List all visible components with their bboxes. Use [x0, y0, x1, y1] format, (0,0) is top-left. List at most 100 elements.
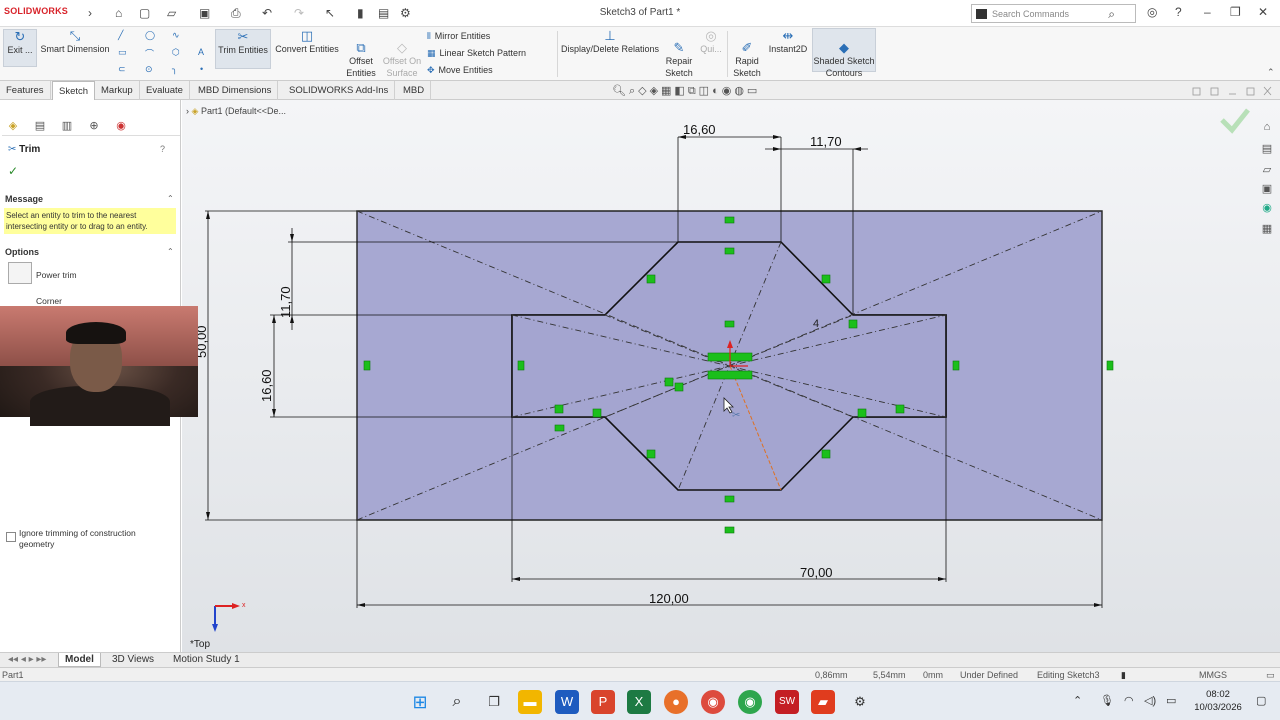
relation-marker[interactable]	[724, 526, 735, 534]
custom-properties-task-icon[interactable]: ▦	[1258, 222, 1276, 238]
resources-task-icon[interactable]: ▤	[1258, 142, 1276, 158]
trim-icon: ✂	[8, 144, 17, 155]
tray-overflow-icon[interactable]: ⌃	[1073, 694, 1082, 707]
feature-manager-icon[interactable]: ◈	[4, 119, 22, 133]
dimension-70-00[interactable]: 70,00	[800, 565, 833, 580]
design-library-task-icon[interactable]: ▣	[1258, 182, 1276, 198]
message-box: Select an entity to trim to the nearest …	[4, 208, 176, 234]
triad-icon: x	[212, 602, 246, 632]
dimension-16-60-left[interactable]: 16,60	[259, 369, 274, 402]
status-editing: Editing Sketch3	[1037, 670, 1100, 680]
relation-marker[interactable]	[1106, 360, 1114, 371]
bottom-tabs: ◂◂ ◂ ▸ ▸▸ Model 3D Views Motion Study 1	[0, 652, 1280, 667]
options-header: Options	[5, 247, 39, 257]
powerpoint-icon[interactable]: P	[591, 690, 615, 714]
relation-marker[interactable]	[821, 274, 831, 284]
windows-taskbar: ⊞ ⌕ ❐ ▬ W P X ● ◉ ◉ SW ▰ ⚙ ⌃ 🎙︎ ◠ ◁) ▭ 0…	[0, 681, 1280, 720]
power-trim-icon[interactable]	[8, 262, 32, 284]
relation-marker[interactable]	[821, 449, 831, 459]
chrome-icon[interactable]: ◉	[701, 690, 725, 714]
relation-marker[interactable]	[554, 424, 565, 432]
relation-marker[interactable]	[554, 404, 564, 414]
appearances-task-icon[interactable]: ◉	[1258, 201, 1276, 217]
property-manager-icon[interactable]: ▤	[31, 119, 49, 133]
tab-model[interactable]: Model	[58, 653, 101, 667]
webcam-overlay	[0, 306, 198, 426]
relation-marker[interactable]	[646, 449, 656, 459]
relation-marker[interactable]	[724, 247, 735, 255]
dimension-11-70-left[interactable]: 11,70	[278, 286, 293, 318]
task-view-icon[interactable]: ❐	[482, 690, 506, 714]
file-explorer-icon[interactable]: ▬	[518, 690, 542, 714]
relation-marker[interactable]	[848, 319, 858, 329]
status-x: 0,86mm	[815, 670, 848, 680]
ignore-construction-checkbox[interactable]	[6, 532, 16, 542]
volume-icon[interactable]: ◁)	[1144, 694, 1156, 707]
relation-marker[interactable]	[674, 382, 684, 392]
relation-marker[interactable]	[857, 408, 867, 418]
tab-motion-study[interactable]: Motion Study 1	[167, 653, 246, 667]
wifi-icon[interactable]: ◠	[1124, 694, 1134, 707]
relation-marker[interactable]	[363, 360, 371, 371]
clock-time: 08:02	[1206, 689, 1230, 700]
collapse-icon[interactable]: ⌃	[167, 247, 174, 256]
tab-scroll-arrows[interactable]: ◂◂ ◂ ▸ ▸▸	[2, 653, 52, 667]
svg-text:✂: ✂	[732, 410, 740, 421]
dimension-120-00[interactable]: 120,00	[649, 591, 689, 606]
clock-date: 10/03/2026	[1194, 702, 1242, 713]
relation-marker[interactable]	[646, 274, 656, 284]
relation-marker[interactable]	[592, 408, 602, 418]
relation-marker[interactable]	[952, 360, 960, 371]
status-state: Under Defined	[960, 670, 1019, 680]
power-trim-option[interactable]: Power trim	[36, 270, 77, 280]
battery-icon[interactable]: ▭	[1166, 694, 1176, 707]
tab-3d-views[interactable]: 3D Views	[106, 653, 160, 667]
display-manager-icon[interactable]: ◉	[112, 119, 130, 133]
relation-marker[interactable]	[895, 404, 905, 414]
ignore-construction-label: Ignore trimming of construction geometry	[19, 528, 136, 549]
confirmation-corner-icon[interactable]	[1220, 108, 1250, 134]
dimension-16-60-top[interactable]: 16,60	[683, 122, 716, 137]
help-icon[interactable]: ?	[160, 144, 165, 154]
relation-marker[interactable]	[707, 370, 753, 380]
ok-button[interactable]: ✓	[8, 164, 18, 178]
firefox-icon[interactable]: ●	[664, 690, 688, 714]
search-taskbar-icon[interactable]: ⌕	[445, 690, 469, 714]
home-task-icon[interactable]: ⌂	[1258, 121, 1276, 137]
rebuild-status-icon[interactable]: ▮	[1121, 670, 1126, 681]
microphone-icon[interactable]: 🎙︎	[1100, 694, 1114, 707]
file-explorer-task-icon[interactable]: ▱	[1258, 163, 1276, 179]
taskbar-clock[interactable]: 08:02 10/03/2026	[1188, 688, 1248, 714]
windows-start-icon[interactable]: ⊞	[408, 690, 432, 714]
settings-taskbar-icon[interactable]: ⚙	[848, 690, 872, 714]
excel-icon[interactable]: X	[627, 690, 651, 714]
status-part: Part1	[2, 670, 24, 680]
relation-label: 4	[813, 318, 819, 330]
configuration-manager-icon[interactable]: ▥	[58, 119, 76, 133]
word-icon[interactable]: W	[555, 690, 579, 714]
status-options-icon[interactable]: ▭	[1266, 670, 1275, 681]
corner-option[interactable]: Corner	[36, 296, 62, 306]
status-bar: Part1 0,86mm 5,54mm 0mm Under Defined Ed…	[0, 667, 1280, 681]
pm-title: ✂ Trim	[8, 144, 41, 155]
status-units[interactable]: MMGS	[1199, 670, 1227, 680]
relation-marker[interactable]	[664, 377, 674, 387]
notification-icon[interactable]: ▢	[1256, 694, 1266, 707]
svg-text:x: x	[242, 602, 246, 609]
relation-marker[interactable]	[517, 360, 525, 371]
relation-marker[interactable]	[724, 216, 735, 224]
chrome-profile-icon[interactable]: ◉	[738, 690, 762, 714]
solidworks-taskbar-icon[interactable]: SW	[775, 690, 799, 714]
relation-marker[interactable]	[724, 320, 735, 328]
view-orientation-label: *Top	[190, 639, 211, 650]
viewport-window-controls[interactable]	[1192, 86, 1272, 96]
relation-marker[interactable]	[724, 495, 735, 503]
message-header: Message	[5, 194, 44, 204]
status-z: 0mm	[923, 670, 943, 680]
status-y: 5,54mm	[873, 670, 906, 680]
dimension-11-70-top[interactable]: 11,70	[810, 134, 842, 149]
recorder-icon[interactable]: ▰	[811, 690, 835, 714]
dimxpert-icon[interactable]: ⊕	[85, 119, 103, 133]
manager-tabs: ◈ ▤ ▥ ⊕ ◉	[2, 117, 180, 136]
collapse-icon[interactable]: ⌃	[167, 194, 174, 203]
